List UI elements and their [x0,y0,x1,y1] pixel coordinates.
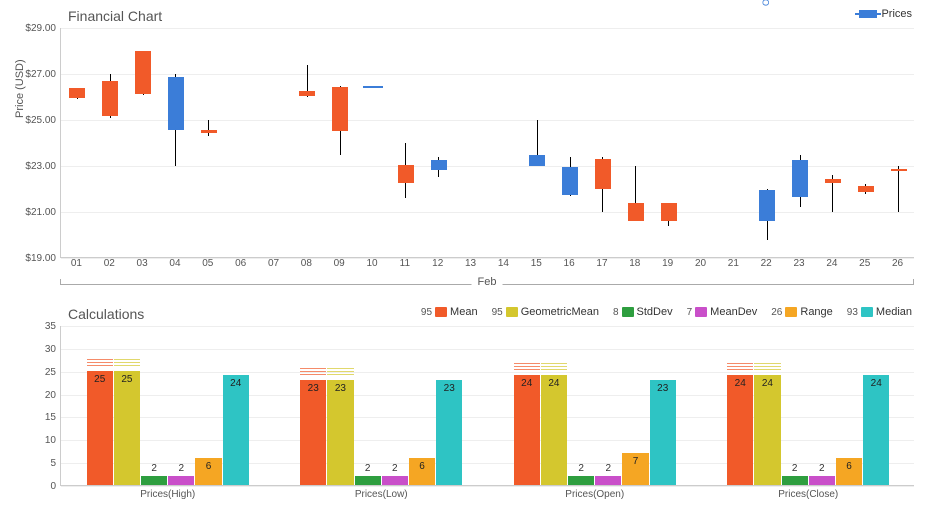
bar-range[interactable]: 6 [836,325,862,485]
group-label: Prices(High) [140,489,195,500]
financial-plot-area: $19.00$21.00$23.00$25.00$27.00$29.00O $2… [60,28,914,258]
legend-item-prices[interactable]: Prices [869,8,912,20]
bar-median[interactable]: 24 [863,325,889,485]
group-label: Prices(Low) [355,489,408,500]
financial-legend: Prices [861,8,912,20]
swatch-icon [506,307,518,317]
legend-item-stddev[interactable]: 8StdDev [613,306,673,318]
financial-chart-title: Financial Chart [68,8,922,24]
bar-median[interactable]: 24 [223,325,249,485]
candle-icon [859,10,877,18]
bar-range[interactable]: 6 [195,325,221,485]
legend-item-mean[interactable]: 95Mean [421,306,478,318]
calculations-chart: Calculations 95Mean 95GeometricMean 8Std… [8,306,922,486]
bar-stddev[interactable]: 2 [355,325,381,485]
bar-median[interactable]: 23 [650,325,676,485]
bar-median[interactable]: 23 [436,325,462,485]
bar-mean[interactable]: 23 [300,325,326,485]
bar-geometricmean[interactable]: 25 [114,325,140,485]
legend-item-geomean[interactable]: 95GeometricMean [492,306,599,318]
bar-meandev[interactable]: 2 [382,325,408,485]
swatch-icon [785,307,797,317]
x-group-bracket: Feb [60,276,914,294]
bar-stddev[interactable]: 2 [568,325,594,485]
swatch-icon [861,307,873,317]
legend-item-meandev[interactable]: 7MeanDev [687,306,758,318]
bar-stddev[interactable]: 2 [141,325,167,485]
financial-chart: Financial Chart Prices Price (USD) $19.0… [8,8,922,294]
bar-group: 242422723Prices(Open) [514,325,676,485]
bar-mean[interactable]: 24 [514,325,540,485]
bar-group: 232322623Prices(Low) [300,325,462,485]
bar-group: 242422624Prices(Close) [727,325,889,485]
group-label: Prices(Open) [565,489,624,500]
swatch-icon [695,307,707,317]
calculations-plot-area: 05101520253035252522624Prices(High)23232… [60,326,914,486]
bar-stddev[interactable]: 2 [782,325,808,485]
bar-mean[interactable]: 25 [87,325,113,485]
legend-item-median[interactable]: 93Median [847,306,912,318]
bar-meandev[interactable]: 2 [809,325,835,485]
bar-range[interactable]: 7 [622,325,648,485]
swatch-icon [435,307,447,317]
bar-meandev[interactable]: 2 [595,325,621,485]
bar-geometricmean[interactable]: 23 [327,325,353,485]
group-label: Prices(Close) [778,489,838,500]
bar-range[interactable]: 6 [409,325,435,485]
bar-group: 252522624Prices(High) [87,325,249,485]
legend-label: Prices [881,8,912,20]
bar-geometricmean[interactable]: 24 [541,325,567,485]
bar-mean[interactable]: 24 [727,325,753,485]
bar-meandev[interactable]: 2 [168,325,194,485]
legend-item-range[interactable]: 26Range [771,306,833,318]
x-group-label: Feb [472,276,503,288]
calculations-legend: 95Mean 95GeometricMean 8StdDev 7MeanDev … [413,306,912,318]
bar-geometricmean[interactable]: 24 [754,325,780,485]
financial-x-axis: 0102030405060708091011121314151617181920… [60,258,914,274]
swatch-icon [622,307,634,317]
